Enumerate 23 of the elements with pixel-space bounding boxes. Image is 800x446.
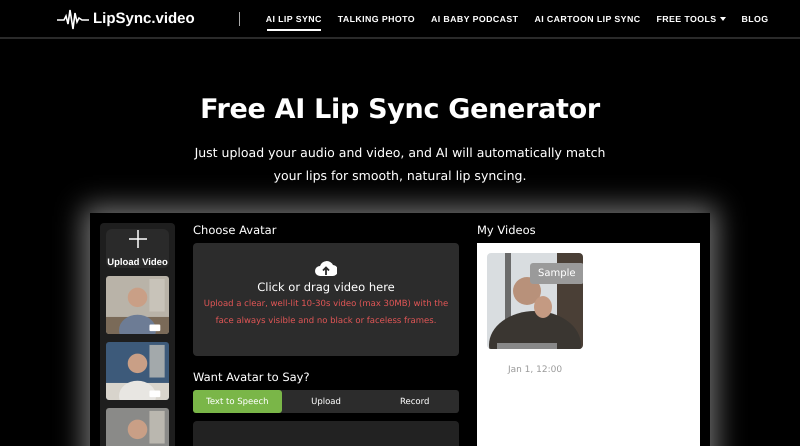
section-title: My Videos: [477, 223, 537, 237]
dropzone-title: Click or drag video here: [257, 280, 395, 294]
nav-link[interactable]: BLOG: [734, 2, 777, 34]
nav-link[interactable]: AI LIP SYNC: [258, 2, 330, 34]
plus-icon: [128, 229, 148, 249]
video-dropzone[interactable]: Click or drag video here Upload a clear, well-lit 10-30s video (max 30MB) with the face always visible and no black or faceless frames.: [193, 243, 459, 356]
cloud-upload-icon: [315, 259, 337, 277]
mode-tab[interactable]: Upload: [282, 390, 370, 413]
nav-link[interactable]: TALKING PHOTO: [330, 2, 423, 34]
page-subtitle: Just upload your audio and video, and AI will automatically match your lips for smooth, natural lip syncing.: [193, 144, 606, 185]
dropzone-hint: Upload a clear, well-lit 10-30s video (max 30MB) with the face always visible and no black or faceless frames.: [202, 298, 450, 328]
section-title: Choose Avatar: [193, 223, 278, 237]
nav-link[interactable]: FREE TOOLS: [648, 2, 734, 34]
nav-link[interactable]: AI BABY PODCAST: [422, 2, 526, 34]
page-title: Free AI Lip Sync Generator: [199, 94, 602, 125]
section-title: Want Avatar to Say?: [193, 370, 311, 384]
logo-text[interactable]: LipSync.video: [93, 10, 195, 27]
sample-badge: Sample: [530, 263, 583, 284]
caret-icon: [720, 16, 726, 20]
upload-video-button[interactable]: Upload Video: [106, 229, 169, 268]
video-date: Jan 1, 12:00: [506, 365, 564, 375]
nav-link[interactable]: AI CARTOON LIP SYNC: [526, 2, 648, 34]
mode-tab[interactable]: Record: [370, 390, 460, 413]
